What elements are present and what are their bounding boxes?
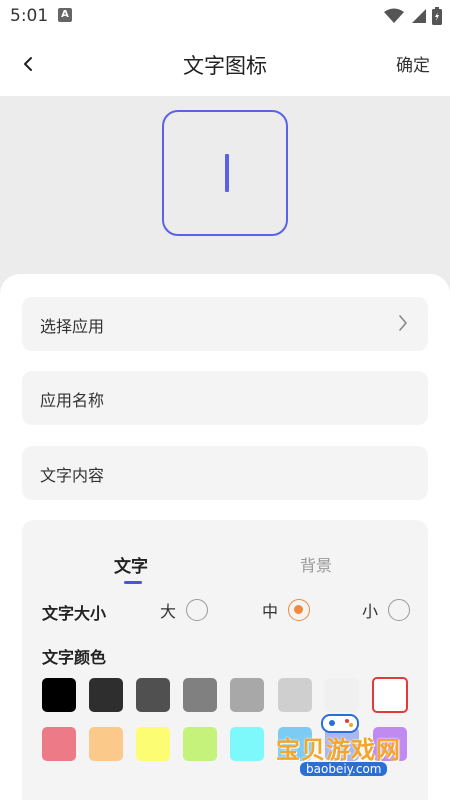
wifi-icon [384,8,404,23]
color-swatch[interactable] [373,727,407,761]
color-swatch[interactable] [183,678,217,712]
status-bar: 5:01 A [0,0,450,32]
size-small-label: 小 [362,602,379,621]
settings-sheet: 选择应用 应用名称 文字内容 文字 背景 文字大小 大 中 小 文字颜色 [0,274,450,800]
color-swatch[interactable] [89,727,123,761]
signal-icon [412,9,426,23]
text-size-label: 文字大小 [42,604,107,623]
status-icons [384,6,442,26]
nav-bar: 文字图标 确定 [0,32,450,96]
color-swatch[interactable] [230,678,264,712]
select-app-label: 选择应用 [40,317,105,336]
tab-background[interactable]: 背景 [300,552,332,576]
size-option-large[interactable]: 大 [160,598,209,622]
color-swatch[interactable] [325,678,359,712]
confirm-button[interactable]: 确定 [396,51,430,76]
color-swatch[interactable] [325,727,359,761]
back-button[interactable] [12,48,44,80]
tab-text[interactable]: 文字 [114,552,148,577]
color-swatch[interactable] [42,678,76,712]
app-name-field[interactable]: 应用名称 [22,371,428,425]
size-large-label: 大 [160,602,177,621]
size-option-small[interactable]: 小 [362,598,411,622]
color-swatch[interactable] [136,678,170,712]
text-content-label: 文字内容 [40,466,105,485]
preview-area [0,96,450,296]
select-app-field[interactable]: 选择应用 [22,297,428,351]
color-swatch[interactable] [89,678,123,712]
text-content-field[interactable]: 文字内容 [22,446,428,500]
size-medium-label: 中 [262,602,279,621]
color-swatch[interactable] [136,727,170,761]
status-time: 5:01 [10,6,49,26]
color-swatch[interactable] [42,727,76,761]
color-swatch[interactable] [183,727,217,761]
tab-indicator [124,581,142,584]
size-large-radio[interactable] [186,599,209,621]
size-option-medium[interactable]: 中 [262,598,311,622]
size-small-radio[interactable] [388,599,411,621]
chevron-right-icon [399,315,407,331]
color-swatch[interactable] [230,727,264,761]
icon-preview [162,110,288,236]
page-title: 文字图标 [183,54,267,78]
color-swatch[interactable] [278,727,312,761]
chevron-left-icon [24,57,32,71]
battery-icon [432,7,442,25]
size-medium-radio[interactable] [288,599,311,621]
color-swatch[interactable] [372,677,408,713]
text-cursor [225,154,229,192]
text-color-label: 文字颜色 [42,648,107,667]
style-panel: 文字 背景 文字大小 大 中 小 文字颜色 [22,520,428,800]
app-name-label: 应用名称 [40,391,105,410]
notification-icon: A [58,8,72,22]
color-swatch[interactable] [278,678,312,712]
